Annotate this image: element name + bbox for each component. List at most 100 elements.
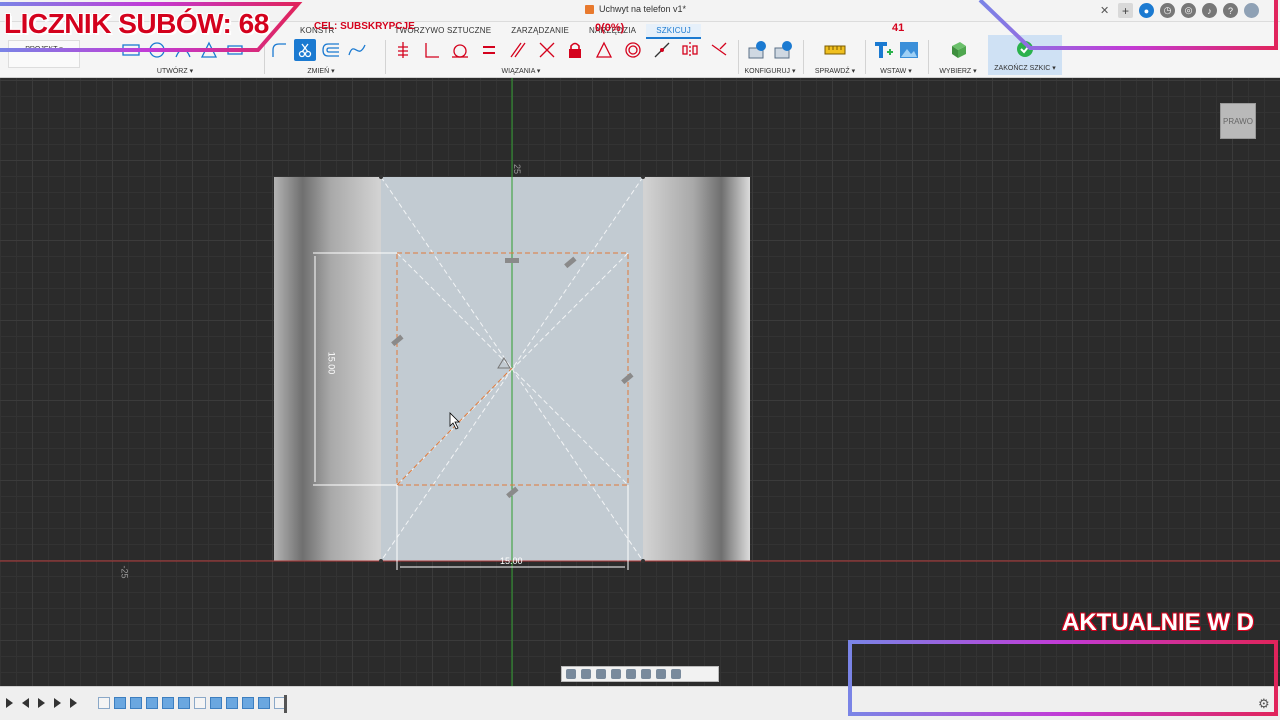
extensions-icon[interactable]: ● <box>1139 3 1154 18</box>
document-tab[interactable]: Uchwyt na telefon v1* <box>585 4 686 14</box>
midpoint-icon[interactable] <box>651 39 673 61</box>
lock-icon[interactable] <box>565 39 587 61</box>
play-icon[interactable] <box>38 698 45 708</box>
ribbon-separator <box>264 40 265 74</box>
finish-sketch-button[interactable]: ZAKOŃCZ SZKIC ▾ <box>988 35 1062 75</box>
pan-icon[interactable] <box>596 669 606 679</box>
timeline-sketch-item[interactable] <box>194 697 206 709</box>
polygon-icon[interactable] <box>198 39 220 61</box>
document-title: Uchwyt na telefon v1* <box>599 4 687 14</box>
triangle-constraint-icon[interactable] <box>593 39 615 61</box>
timeline-feature-item[interactable] <box>210 697 222 709</box>
grid-settings-icon[interactable] <box>656 669 666 679</box>
title-actions: + ● ◷ ◎ ♪ ? <box>1118 3 1259 18</box>
timeline-feature-item[interactable] <box>178 697 190 709</box>
vertical-dimension-value[interactable]: 15.00 <box>326 352 336 375</box>
project-button[interactable]: PROJEKT ▾ <box>8 40 80 68</box>
symmetry-icon[interactable] <box>680 39 702 61</box>
fillet-icon[interactable] <box>268 39 290 61</box>
now-live-frame <box>848 640 1278 716</box>
timeline-controls <box>6 698 77 708</box>
go-to-end-icon[interactable] <box>70 698 77 708</box>
select-group: WYBIERZ ▾ <box>932 37 984 77</box>
user-avatar[interactable] <box>1244 3 1259 18</box>
constraints-group-label[interactable]: WIĄZANIA ▾ <box>352 67 690 75</box>
insert-group: WSTAW ▾ <box>868 37 924 77</box>
zoom-icon[interactable] <box>611 669 621 679</box>
equal-icon[interactable] <box>478 39 500 61</box>
sketch-canvas[interactable]: 15.00 15.00 -25 25 PRAWO <box>0 78 1280 686</box>
online-status-icon[interactable]: ◎ <box>1181 3 1196 18</box>
timeline-feature-item[interactable] <box>162 697 174 709</box>
ribbon-separator <box>738 40 739 74</box>
configure-group: KONFIGURUJ ▾ <box>742 37 798 77</box>
measure-icon[interactable] <box>824 39 846 61</box>
trim-icon[interactable] <box>294 39 316 61</box>
timeline-feature-item[interactable] <box>226 697 238 709</box>
spline-icon[interactable] <box>346 39 368 61</box>
document-cube-icon <box>585 4 594 14</box>
timeline-marker[interactable] <box>284 695 287 713</box>
inspect-group-label[interactable]: SPRAWDŹ ▾ <box>808 67 862 75</box>
circle-icon[interactable] <box>146 39 168 61</box>
rectangle-icon[interactable] <box>120 39 142 61</box>
ribbon-separator <box>928 40 929 74</box>
insert-image-icon[interactable] <box>898 39 920 61</box>
finish-sketch-icon <box>1015 39 1035 64</box>
fix-constraint-icon[interactable] <box>392 39 414 61</box>
arc-icon[interactable] <box>172 39 194 61</box>
concentric-icon[interactable] <box>622 39 644 61</box>
goal-count: 41 <box>892 22 905 34</box>
navigation-bar <box>561 666 719 682</box>
go-to-start-icon[interactable] <box>6 698 13 708</box>
new-tab-icon[interactable]: + <box>1118 3 1133 18</box>
configure-group-label[interactable]: KONFIGURUJ ▾ <box>742 67 798 75</box>
constraints-group: WIĄZANIA ▾ <box>392 37 730 77</box>
timeline-sketch-item[interactable] <box>98 697 110 709</box>
timeline-feature-item[interactable] <box>242 697 254 709</box>
close-tab-icon[interactable]: ✕ <box>1100 4 1109 17</box>
perpendicular-icon[interactable] <box>421 39 443 61</box>
view-cube[interactable]: PRAWO <box>1220 103 1256 139</box>
ribbon-separator <box>865 40 866 74</box>
insert-group-label[interactable]: WSTAW ▾ <box>868 67 924 75</box>
create-group-label[interactable]: UTWÓRZ ▾ <box>90 67 260 75</box>
subscriber-counter: LICZNIK SUBÓW: 68 <box>4 8 269 39</box>
timeline-feature-item[interactable] <box>146 697 158 709</box>
axis-label-positive: 25 <box>512 163 523 175</box>
display-settings-icon[interactable] <box>641 669 651 679</box>
axis-label-negative: -25 <box>119 565 130 579</box>
step-back-icon[interactable] <box>22 698 29 708</box>
help-icon[interactable]: ? <box>1223 3 1238 18</box>
tangent-icon[interactable] <box>450 39 472 61</box>
goal-progress: 0(0%) <box>595 22 625 34</box>
viewports-icon[interactable] <box>671 669 681 679</box>
timeline-feature-item[interactable] <box>130 697 142 709</box>
finish-sketch-label: ZAKOŃCZ SZKIC ▾ <box>994 65 1056 72</box>
configure-table-icon[interactable] <box>772 39 794 61</box>
fit-icon[interactable] <box>626 669 636 679</box>
coincident-icon[interactable] <box>536 39 558 61</box>
insert-derive-icon[interactable] <box>872 39 894 61</box>
goal-label: CEL: SUBSKRYPCJE <box>314 21 415 32</box>
inspect-group: SPRAWDŹ ▾ <box>808 37 862 77</box>
notifications-icon[interactable]: ♪ <box>1202 3 1217 18</box>
orbit-icon[interactable] <box>566 669 576 679</box>
timeline-feature-item[interactable] <box>114 697 126 709</box>
offset-icon[interactable] <box>320 39 342 61</box>
ribbon-separator <box>803 40 804 74</box>
now-live-banner: AKTUALNIE W D <box>1062 609 1254 636</box>
horizontal-dimension-value[interactable]: 15.00 <box>500 556 523 566</box>
timeline-feature-item[interactable] <box>258 697 270 709</box>
select-icon[interactable] <box>947 39 969 61</box>
sketch-geometry[interactable] <box>0 78 1280 686</box>
parallel-icon[interactable] <box>507 39 529 61</box>
step-forward-icon[interactable] <box>54 698 61 708</box>
job-status-icon[interactable]: ◷ <box>1160 3 1175 18</box>
look-at-icon[interactable] <box>581 669 591 679</box>
select-group-label[interactable]: WYBIERZ ▾ <box>932 67 984 75</box>
timeline-items <box>98 697 286 709</box>
change-parameters-icon[interactable] <box>746 39 768 61</box>
slot-icon[interactable] <box>224 39 246 61</box>
curvature-icon[interactable] <box>708 39 730 61</box>
